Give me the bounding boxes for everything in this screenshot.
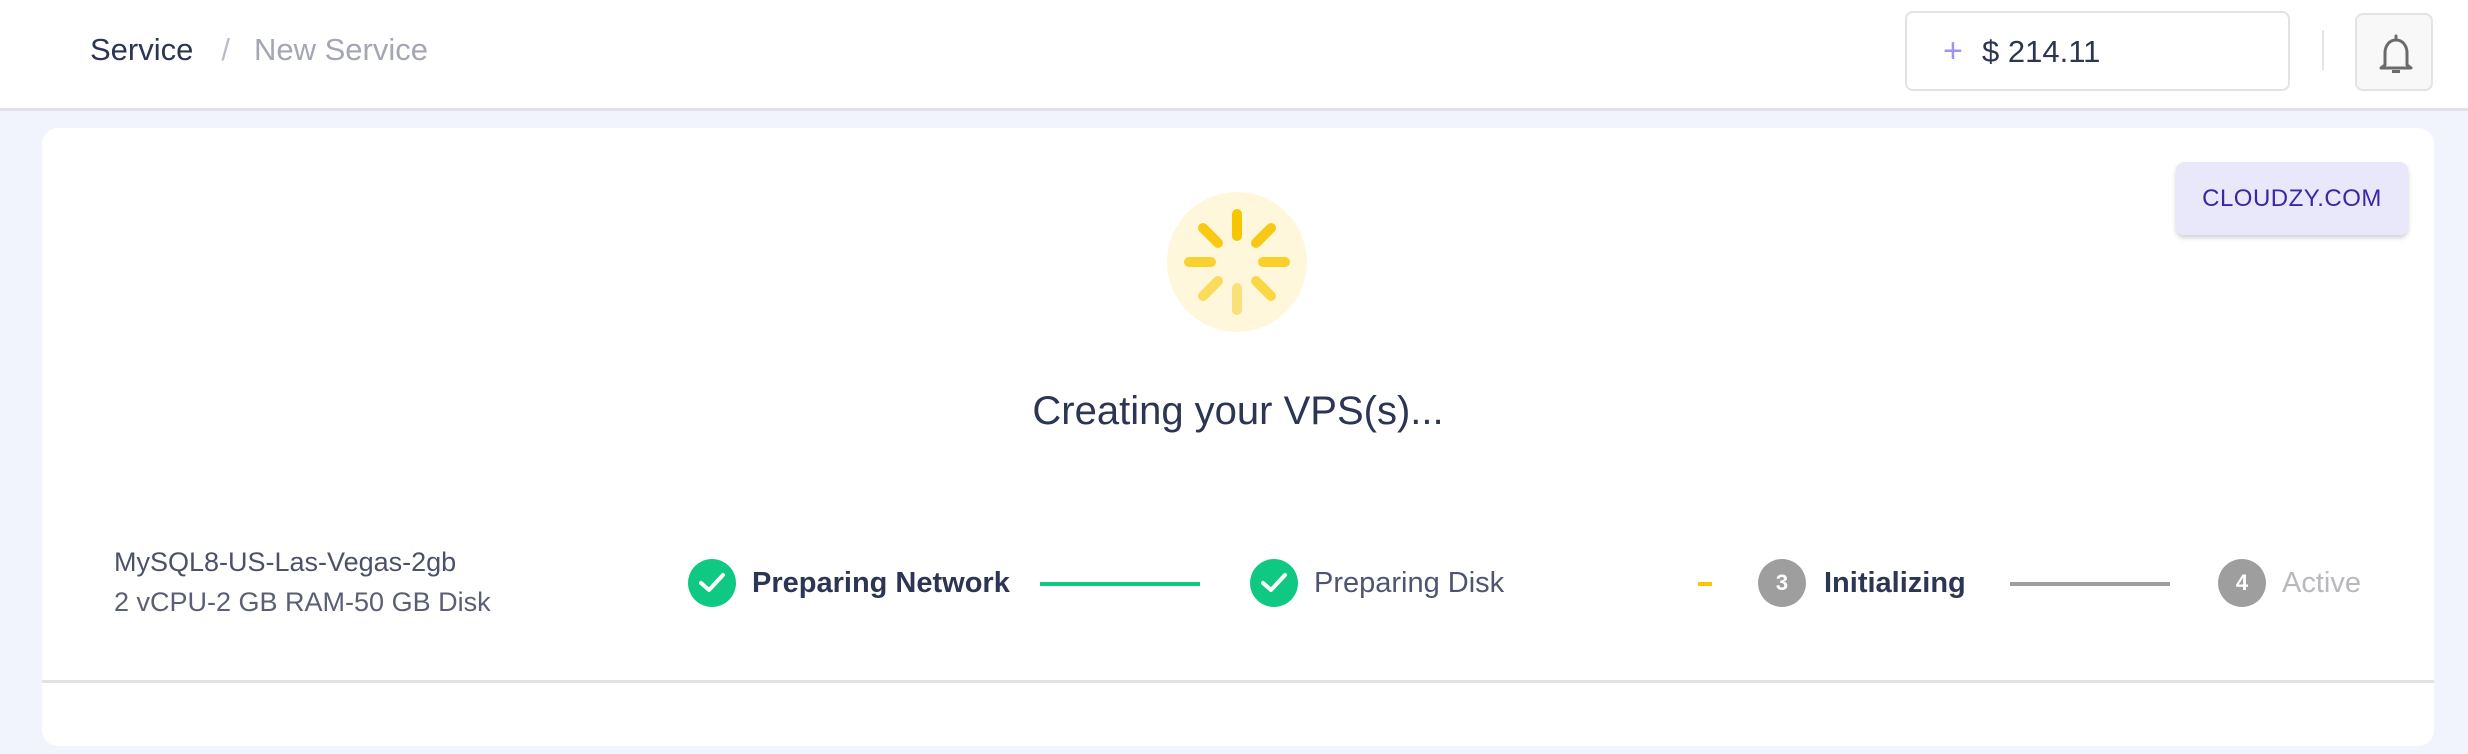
step-1-label: Preparing Network bbox=[752, 567, 1010, 599]
breadcrumb-current-page: New Service bbox=[254, 32, 428, 67]
service-spec: 2 vCPU-2 GB RAM-50 GB Disk bbox=[114, 587, 491, 617]
provisioning-card: CLOUDZY.COM Creating your VPS(s)... MySQ… bbox=[42, 128, 2434, 746]
step-4-number-badge: 4 bbox=[2218, 559, 2266, 607]
step-3-label: Initializing bbox=[1824, 567, 1966, 599]
step-2-label: Preparing Disk bbox=[1314, 567, 1505, 599]
spinner-icon bbox=[1167, 192, 1307, 332]
notifications-button[interactable] bbox=[2355, 13, 2433, 91]
breadcrumb: Service / New Service bbox=[90, 30, 428, 70]
step-2-check-icon bbox=[1250, 559, 1298, 607]
card-divider bbox=[42, 680, 2434, 683]
breadcrumb-separator: / bbox=[221, 32, 230, 67]
balance-box[interactable]: + $ 214.11 bbox=[1905, 11, 2290, 91]
breadcrumb-service-link[interactable]: Service bbox=[90, 32, 193, 67]
header-divider bbox=[2322, 30, 2324, 70]
balance-amount: $ 214.11 bbox=[1982, 34, 2101, 69]
top-header: Service / New Service + $ 214.11 bbox=[0, 0, 2468, 111]
step-connector-3 bbox=[2010, 582, 2170, 586]
step-3-number-badge: 3 bbox=[1758, 559, 1806, 607]
step-1-check-icon bbox=[688, 559, 736, 607]
step-connector-2-progress bbox=[1698, 582, 1712, 586]
step-connector-2 bbox=[1542, 582, 1712, 586]
cloudzy-site-button[interactable]: CLOUDZY.COM bbox=[2176, 162, 2408, 235]
step-4-label: Active bbox=[2282, 567, 2361, 599]
plus-icon[interactable]: + bbox=[1943, 33, 1963, 69]
step-connector-1 bbox=[1040, 582, 1200, 586]
page-title: Creating your VPS(s)... bbox=[1032, 389, 1444, 433]
bell-icon bbox=[2379, 34, 2413, 73]
service-name: MySQL8-US-Las-Vegas-2gb bbox=[114, 547, 457, 577]
